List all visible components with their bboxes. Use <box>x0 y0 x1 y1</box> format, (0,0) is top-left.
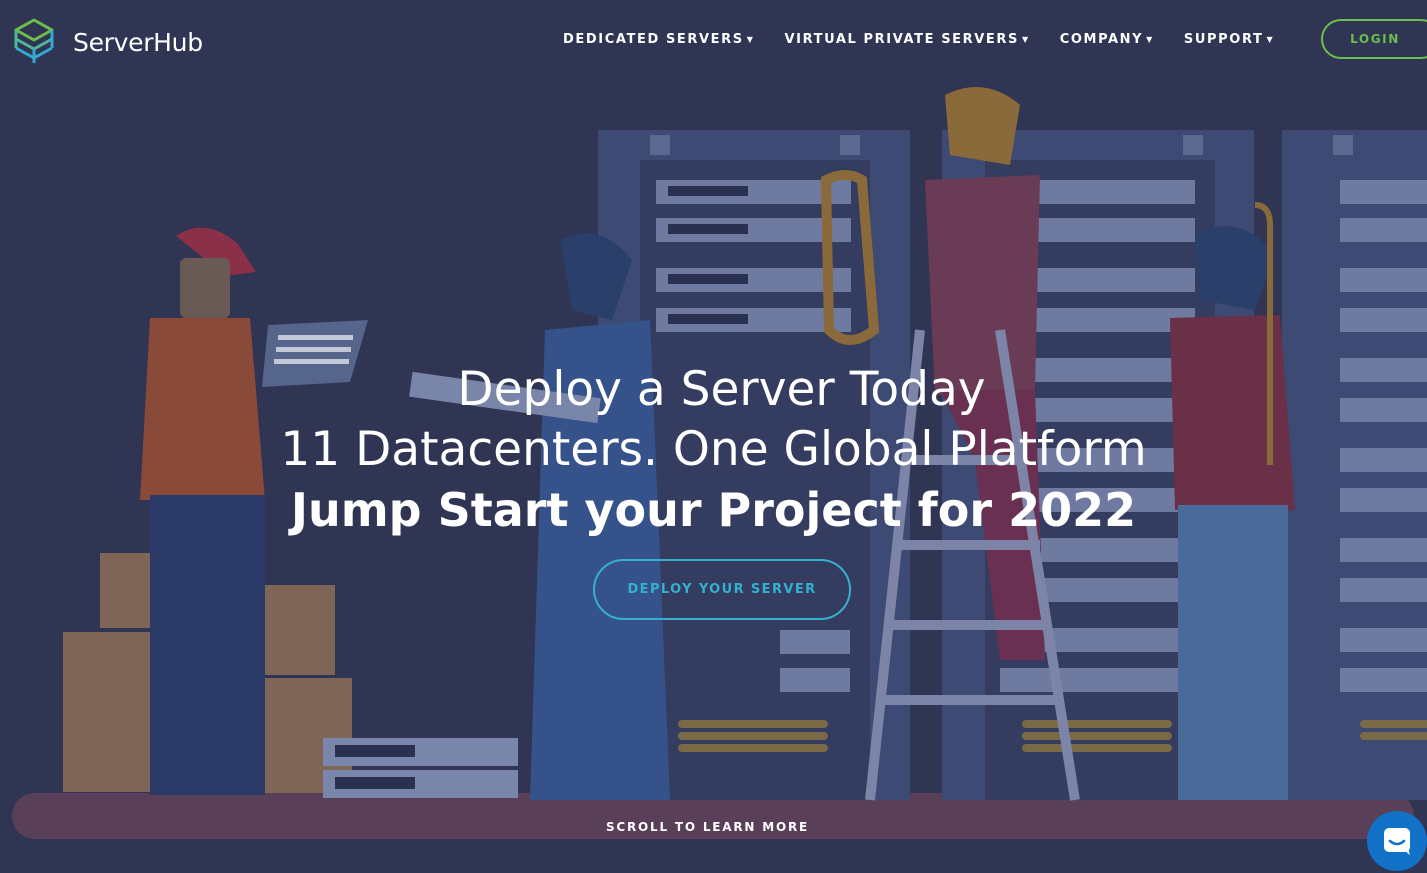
nav-support[interactable]: SUPPORT ▼ <box>1184 32 1274 47</box>
nav-virtual-private-servers[interactable]: VIRTUAL PRIVATE SERVERS ▼ <box>785 32 1030 47</box>
main-nav: DEDICATED SERVERS ▼ VIRTUAL PRIVATE SERVE… <box>563 32 1304 47</box>
hero-line-1: Deploy a Server Today <box>457 362 986 417</box>
nav-label: COMPANY <box>1059 32 1144 47</box>
nav-dedicated-servers[interactable]: DEDICATED SERVERS ▼ <box>563 32 755 47</box>
nav-company[interactable]: COMPANY ▼ <box>1060 32 1154 47</box>
scroll-to-learn-more-link[interactable]: SCROLL TO LEARN MORE <box>0 820 1415 834</box>
caret-down-icon: ▼ <box>746 35 755 44</box>
floor-server-unit <box>323 738 518 798</box>
hero-heading: Deploy a Server Today 11 Datacenters. On… <box>0 360 1427 540</box>
brand-name: ServerHub <box>73 27 203 57</box>
nav-label: VIRTUAL PRIVATE SERVERS <box>784 32 1019 47</box>
hero-line-3: Jump Start your Project for 2022 <box>290 483 1137 537</box>
stacked-cubes-logo-icon <box>14 18 54 63</box>
brand-logo[interactable]: ServerHub <box>12 17 203 67</box>
nav-label: DEDICATED SERVERS <box>563 32 744 47</box>
chat-launcher-button[interactable] <box>1367 811 1427 871</box>
caret-down-icon: ▼ <box>1021 35 1030 44</box>
deploy-server-button[interactable]: DEPLOY YOUR SERVER <box>593 559 851 620</box>
login-button[interactable]: LOGIN <box>1321 19 1427 59</box>
nav-label: SUPPORT <box>1183 32 1264 47</box>
caret-down-icon: ▼ <box>1266 35 1275 44</box>
hero-line-2: 11 Datacenters. One Global Platform <box>280 422 1147 477</box>
caret-down-icon: ▼ <box>1146 35 1154 44</box>
chat-bubble-icon <box>1384 828 1410 855</box>
